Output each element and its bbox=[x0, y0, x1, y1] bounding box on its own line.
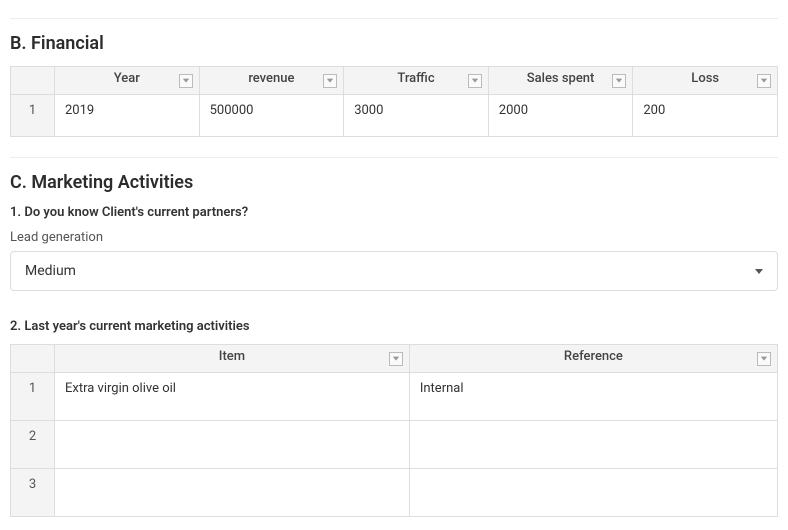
col-header-label: Traffic bbox=[397, 71, 434, 86]
marketing-activities-table: Item Reference 1 Extra virgin olive oil … bbox=[10, 344, 778, 517]
cell-item[interactable]: Extra virgin olive oil bbox=[55, 373, 410, 421]
select-value: Medium bbox=[25, 263, 76, 279]
filter-icon[interactable] bbox=[468, 74, 482, 88]
section-marketing: C. Marketing Activities 1. Do you know C… bbox=[10, 172, 778, 517]
lead-generation-select[interactable]: Medium bbox=[10, 251, 778, 291]
col-header-year: Year bbox=[55, 67, 200, 95]
col-header-revenue: revenue bbox=[199, 67, 344, 95]
col-header-label: Year bbox=[114, 71, 140, 86]
col-header-label: Sales spent bbox=[527, 71, 595, 86]
top-divider bbox=[10, 18, 778, 19]
table-row: 1 2019 500000 3000 2000 200 bbox=[11, 95, 778, 137]
section-c-title: C. Marketing Activities bbox=[10, 172, 778, 193]
row-number-header bbox=[11, 67, 55, 95]
col-header-label: Item bbox=[219, 349, 245, 364]
chevron-down-icon bbox=[755, 269, 763, 274]
cell-reference[interactable] bbox=[409, 469, 777, 517]
col-header-label: Loss bbox=[691, 71, 719, 86]
filter-icon[interactable] bbox=[323, 74, 337, 88]
question-1: 1. Do you know Client's current partners… bbox=[10, 205, 778, 220]
lead-generation-label: Lead generation bbox=[10, 230, 778, 245]
row-number: 1 bbox=[11, 95, 55, 137]
cell-reference[interactable]: Internal bbox=[409, 373, 777, 421]
cell-revenue[interactable]: 500000 bbox=[199, 95, 344, 137]
row-number: 3 bbox=[11, 469, 55, 517]
filter-icon[interactable] bbox=[757, 74, 771, 88]
row-number-header bbox=[11, 345, 55, 373]
table-row: 2 bbox=[11, 421, 778, 469]
filter-icon[interactable] bbox=[757, 352, 771, 366]
cell-reference[interactable] bbox=[409, 421, 777, 469]
section-b-title: B. Financial bbox=[10, 33, 778, 54]
col-header-loss: Loss bbox=[633, 67, 778, 95]
filter-icon[interactable] bbox=[612, 74, 626, 88]
section-financial: B. Financial Year revenue Traffic bbox=[10, 33, 778, 137]
cell-item[interactable] bbox=[55, 469, 410, 517]
table-row: 1 Extra virgin olive oil Internal bbox=[11, 373, 778, 421]
cell-traffic[interactable]: 3000 bbox=[344, 95, 489, 137]
question-2: 2. Last year's current marketing activit… bbox=[10, 319, 778, 334]
filter-icon[interactable] bbox=[389, 352, 403, 366]
col-header-item: Item bbox=[55, 345, 410, 373]
col-header-label: Reference bbox=[564, 349, 623, 364]
col-header-reference: Reference bbox=[409, 345, 777, 373]
cell-sales-spent[interactable]: 2000 bbox=[488, 95, 633, 137]
filter-icon[interactable] bbox=[179, 74, 193, 88]
row-number: 1 bbox=[11, 373, 55, 421]
col-header-label: revenue bbox=[248, 71, 294, 86]
financial-header-row: Year revenue Traffic Sales spent Loss bbox=[11, 67, 778, 95]
cell-year[interactable]: 2019 bbox=[55, 95, 200, 137]
col-header-sales-spent: Sales spent bbox=[488, 67, 633, 95]
marketing-header-row: Item Reference bbox=[11, 345, 778, 373]
section-divider bbox=[10, 157, 778, 158]
col-header-traffic: Traffic bbox=[344, 67, 489, 95]
financial-table: Year revenue Traffic Sales spent Loss bbox=[10, 66, 778, 137]
cell-loss[interactable]: 200 bbox=[633, 95, 778, 137]
cell-item[interactable] bbox=[55, 421, 410, 469]
row-number: 2 bbox=[11, 421, 55, 469]
table-row: 3 bbox=[11, 469, 778, 517]
